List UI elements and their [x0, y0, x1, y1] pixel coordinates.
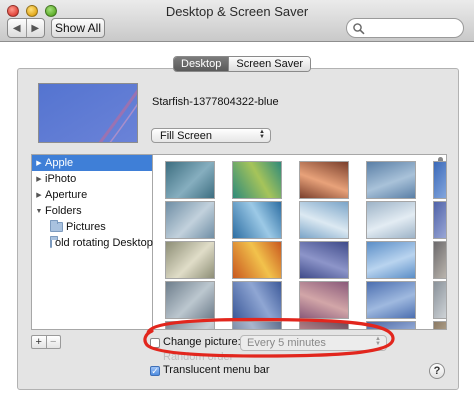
- wallpaper-thumbnail-blue-lines[interactable]: [433, 161, 446, 199]
- desktop-preview-image: [38, 83, 138, 143]
- wallpaper-thumbnail-frost-trees[interactable]: [366, 201, 416, 239]
- wallpaper-thumbnail-ice-cracks[interactable]: [299, 201, 349, 239]
- folder-icon: [50, 220, 63, 232]
- source-item-label: Apple: [45, 157, 74, 169]
- wallpaper-thumbnail-grey-wave[interactable]: [165, 201, 215, 239]
- add-folder-button[interactable]: +: [32, 336, 46, 348]
- wallpaper-thumbnail-row5-a[interactable]: [165, 321, 215, 329]
- wallpaper-thumbnail-ocean-waves[interactable]: [232, 201, 282, 239]
- change-picture-checkbox[interactable]: [150, 338, 160, 348]
- wallpaper-thumbnail-antelope-canyon[interactable]: [299, 161, 349, 199]
- current-image-name: Starfish-1377804322-blue: [152, 96, 279, 108]
- wallpaper-thumbnail-row5-b[interactable]: [232, 321, 282, 329]
- tab-screen-saver[interactable]: Screen Saver: [228, 57, 311, 71]
- fill-mode-popup[interactable]: Fill Screen ▲ ▼: [151, 128, 271, 143]
- source-item[interactable]: ▼ Folders: [32, 203, 152, 219]
- source-item[interactable]: ▶ iPhoto: [32, 171, 152, 187]
- source-item[interactable]: Pictures: [32, 219, 152, 235]
- disclosure-closed-icon[interactable]: ▶: [34, 191, 44, 199]
- help-button[interactable]: ?: [429, 363, 445, 379]
- tab-desktop[interactable]: Desktop: [174, 57, 229, 71]
- source-item-label: iPhoto: [45, 173, 77, 185]
- source-item[interactable]: ▶ Aperture: [32, 187, 152, 203]
- fill-mode-value: Fill Screen: [160, 129, 212, 142]
- folder-icon: [50, 236, 58, 248]
- change-picture-label: Change picture:: [163, 336, 241, 348]
- wallpaper-grid: [153, 154, 447, 330]
- source-item[interactable]: ▶ Apple: [32, 155, 152, 171]
- wallpaper-thumbnail-green-aerial[interactable]: [232, 161, 282, 199]
- interval-popup-arrows-icon: ▲ ▼: [375, 336, 381, 347]
- wallpaper-thumbnail-blue-swirl[interactable]: [366, 281, 416, 319]
- back-forward-control: ◀ ▶: [7, 18, 45, 38]
- wallpaper-thumbnail-blue-mist[interactable]: [366, 161, 416, 199]
- wallpaper-thumbnail-teal-wave[interactable]: [165, 161, 215, 199]
- interval-value: Every 5 minutes: [247, 337, 326, 349]
- wallpaper-thumbnail-blue-sky[interactable]: [366, 241, 416, 279]
- tab-bar: Desktop Screen Saver: [173, 56, 312, 72]
- source-item-label: Folders: [45, 205, 82, 217]
- add-remove-folder-control: + −: [31, 335, 61, 349]
- wallpaper-thumbnail-autumn-leaves[interactable]: [232, 241, 282, 279]
- source-item-label: Pictures: [66, 221, 106, 233]
- disclosure-open-icon[interactable]: ▼: [34, 208, 44, 215]
- wallpaper-thumbnail-grass-field[interactable]: [165, 241, 215, 279]
- forward-arrow-icon[interactable]: ▶: [25, 19, 45, 37]
- wallpaper-thumbnail-purple-ripples[interactable]: [299, 241, 349, 279]
- disclosure-closed-icon[interactable]: ▶: [34, 175, 44, 183]
- popup-arrows-icon: ▲ ▼: [259, 129, 265, 140]
- wallpaper-thumbnail-foggy-shore[interactable]: [433, 281, 446, 319]
- remove-folder-button[interactable]: −: [45, 336, 61, 348]
- source-item-label: Aperture: [45, 189, 88, 201]
- random-order-label: Random order: [163, 351, 234, 363]
- wallpaper-thumbnail-row5-c[interactable]: [299, 321, 349, 329]
- disclosure-closed-icon[interactable]: ▶: [34, 159, 44, 167]
- window-title: Desktop & Screen Saver: [165, 4, 309, 19]
- back-arrow-icon[interactable]: ◀: [8, 19, 26, 37]
- wallpaper-thumbnail-row5-d[interactable]: [366, 321, 416, 329]
- window-titlebar: Desktop & Screen Saver ◀ ▶ Show All: [0, 0, 474, 42]
- interval-popup[interactable]: Every 5 minutes ▲ ▼: [240, 335, 387, 351]
- wallpaper-thumbnail-blue-mosaic[interactable]: [232, 281, 282, 319]
- show-all-button[interactable]: Show All: [51, 18, 105, 38]
- wallpaper-thumbnail-lavender-wave[interactable]: [433, 201, 446, 239]
- source-item[interactable]: old rotating Desktop: [32, 235, 153, 251]
- wallpaper-thumbnail-misty-grey[interactable]: [165, 281, 215, 319]
- wallpaper-thumbnail-bokeh-lights[interactable]: [433, 241, 446, 279]
- wallpaper-thumbnail-sand-dunes[interactable]: [299, 281, 349, 319]
- translucent-menu-bar-label: Translucent menu bar: [163, 364, 270, 376]
- search-icon: [353, 23, 365, 35]
- source-list: ▶ Apple ▶ iPhoto ▶ Aperture ▼ Folders Pictures ol…: [31, 154, 153, 330]
- source-item-label: old rotating Desktop: [55, 237, 153, 249]
- search-field[interactable]: [346, 18, 464, 38]
- translucent-menu-bar-checkbox[interactable]: ✓: [150, 366, 160, 376]
- wallpaper-thumbnail-row5-e[interactable]: [433, 321, 446, 329]
